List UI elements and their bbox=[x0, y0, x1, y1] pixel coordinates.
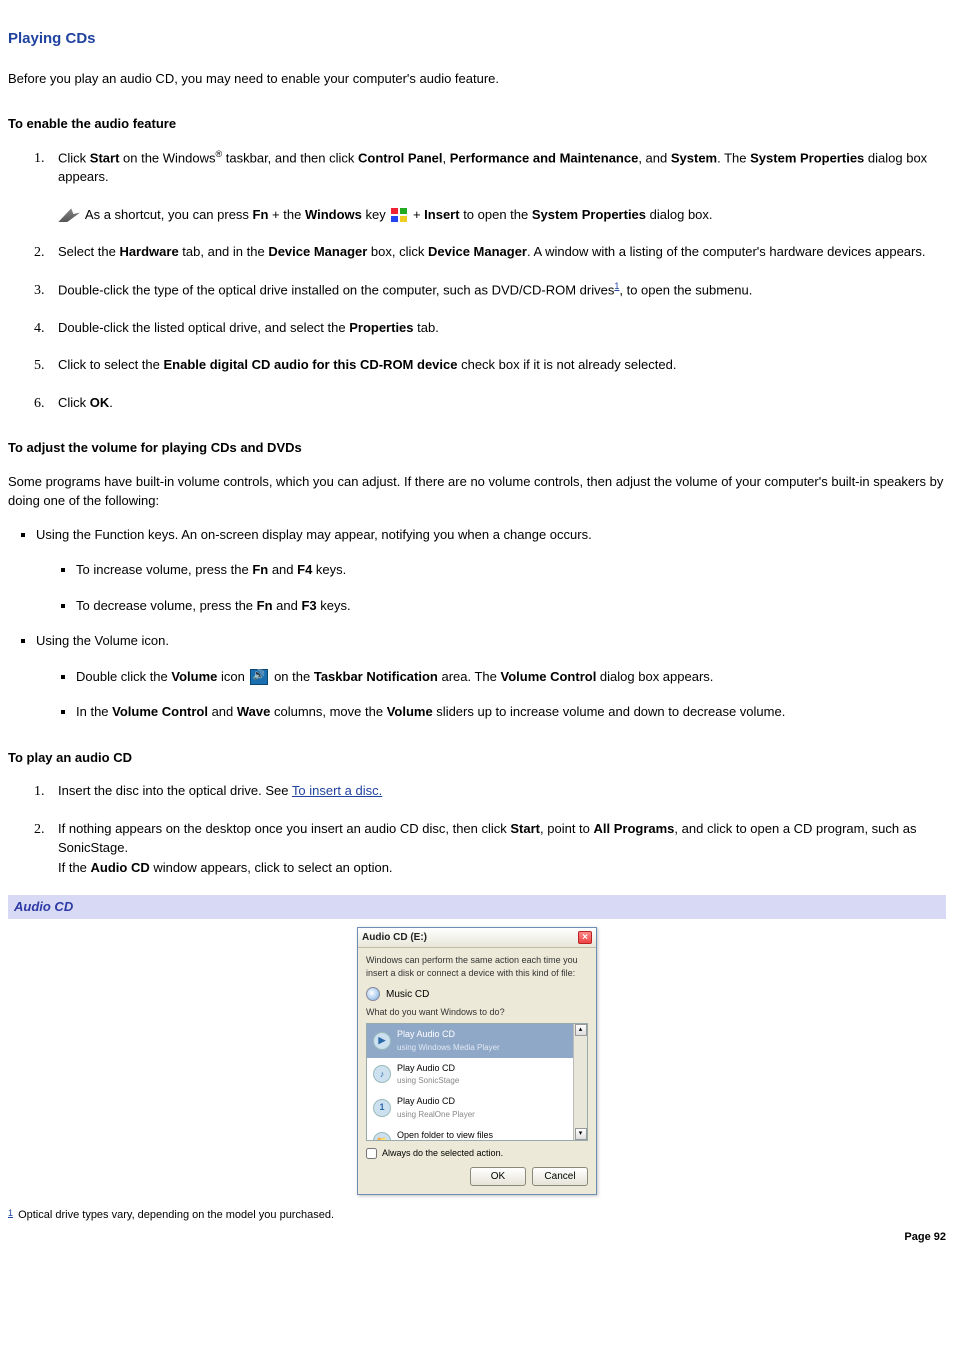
intro-paragraph: Before you play an audio CD, you may nee… bbox=[8, 69, 946, 89]
volume-method-icon: Using the Volume icon. Double click the … bbox=[36, 631, 946, 722]
volume-icon bbox=[250, 669, 268, 685]
action-listbox[interactable]: ▶ Play Audio CDusing Windows Media Playe… bbox=[366, 1023, 588, 1141]
realone-icon: 1 bbox=[373, 1099, 391, 1117]
play-step-1: Insert the disc into the optical drive. … bbox=[48, 781, 946, 801]
always-action-label: Always do the selected action. bbox=[382, 1147, 503, 1161]
cd-icon bbox=[366, 987, 380, 1001]
windows-key-icon bbox=[391, 208, 407, 222]
scrollbar[interactable]: ▴ ▾ bbox=[573, 1024, 587, 1140]
list-item[interactable]: ▶ Play Audio CDusing Windows Media Playe… bbox=[367, 1024, 573, 1058]
media-type-label: Music CD bbox=[386, 987, 429, 1002]
ok-button[interactable]: OK bbox=[470, 1167, 526, 1186]
list-item[interactable]: 1 Play Audio CDusing RealOne Player bbox=[367, 1091, 573, 1125]
enable-step-2: Select the Hardware tab, and in the Devi… bbox=[48, 242, 946, 262]
list-item[interactable]: 📁 Open folder to view filesusing Windows… bbox=[367, 1125, 573, 1141]
audio-cd-dialog: Audio CD (E:) × Windows can perform the … bbox=[357, 927, 597, 1195]
enable-step-6: Click OK. bbox=[48, 393, 946, 413]
dialog-question: What do you want Windows to do? bbox=[366, 1006, 588, 1020]
adjust-volume-heading: To adjust the volume for playing CDs and… bbox=[8, 438, 946, 458]
enable-step-1: Click Start on the Windows® taskbar, and… bbox=[48, 148, 946, 225]
close-button[interactable]: × bbox=[578, 931, 592, 944]
list-item[interactable]: ♪ Play Audio CDusing SonicStage bbox=[367, 1058, 573, 1092]
folder-icon: 📁 bbox=[373, 1132, 391, 1140]
footnote-index[interactable]: 1 bbox=[8, 1208, 13, 1218]
scroll-up-icon[interactable]: ▴ bbox=[575, 1024, 587, 1036]
dialog-prompt: Windows can perform the same action each… bbox=[366, 954, 588, 981]
insert-disc-link[interactable]: To insert a disc. bbox=[292, 783, 382, 798]
always-action-checkbox-row[interactable]: Always do the selected action. bbox=[366, 1147, 588, 1161]
dialog-title: Audio CD (E:) bbox=[362, 930, 427, 945]
volume-intro: Some programs have built-in volume contr… bbox=[8, 472, 946, 511]
footnote-1: 1 Optical drive types vary, depending on… bbox=[8, 1207, 946, 1224]
enable-audio-heading: To enable the audio feature bbox=[8, 114, 946, 134]
volume-decrease: To decrease volume, press the Fn and F3 … bbox=[76, 596, 946, 616]
play-cd-heading: To play an audio CD bbox=[8, 748, 946, 768]
enable-step-5: Click to select the Enable digital CD au… bbox=[48, 355, 946, 375]
page-title: Playing CDs bbox=[8, 28, 946, 51]
page-number: Page 92 bbox=[8, 1229, 946, 1246]
volume-double-click: Double click the Volume icon on the Task… bbox=[76, 667, 946, 687]
figure-caption: Audio CD bbox=[8, 895, 946, 919]
cancel-button[interactable]: Cancel bbox=[532, 1167, 588, 1186]
scroll-down-icon[interactable]: ▾ bbox=[575, 1128, 587, 1140]
always-action-checkbox[interactable] bbox=[366, 1148, 377, 1159]
play-step-2: If nothing appears on the desktop once y… bbox=[48, 819, 946, 878]
wmp-icon: ▶ bbox=[373, 1032, 391, 1050]
sonicstage-icon: ♪ bbox=[373, 1065, 391, 1083]
enable-step-4: Double-click the listed optical drive, a… bbox=[48, 318, 946, 338]
volume-increase: To increase volume, press the Fn and F4 … bbox=[76, 560, 946, 580]
volume-method-function-keys: Using the Function keys. An on-screen di… bbox=[36, 525, 946, 616]
enable-step-3: Double-click the type of the optical dri… bbox=[48, 280, 946, 300]
volume-slider-instruction: In the Volume Control and Wave columns, … bbox=[76, 702, 946, 722]
note-icon bbox=[58, 208, 80, 222]
